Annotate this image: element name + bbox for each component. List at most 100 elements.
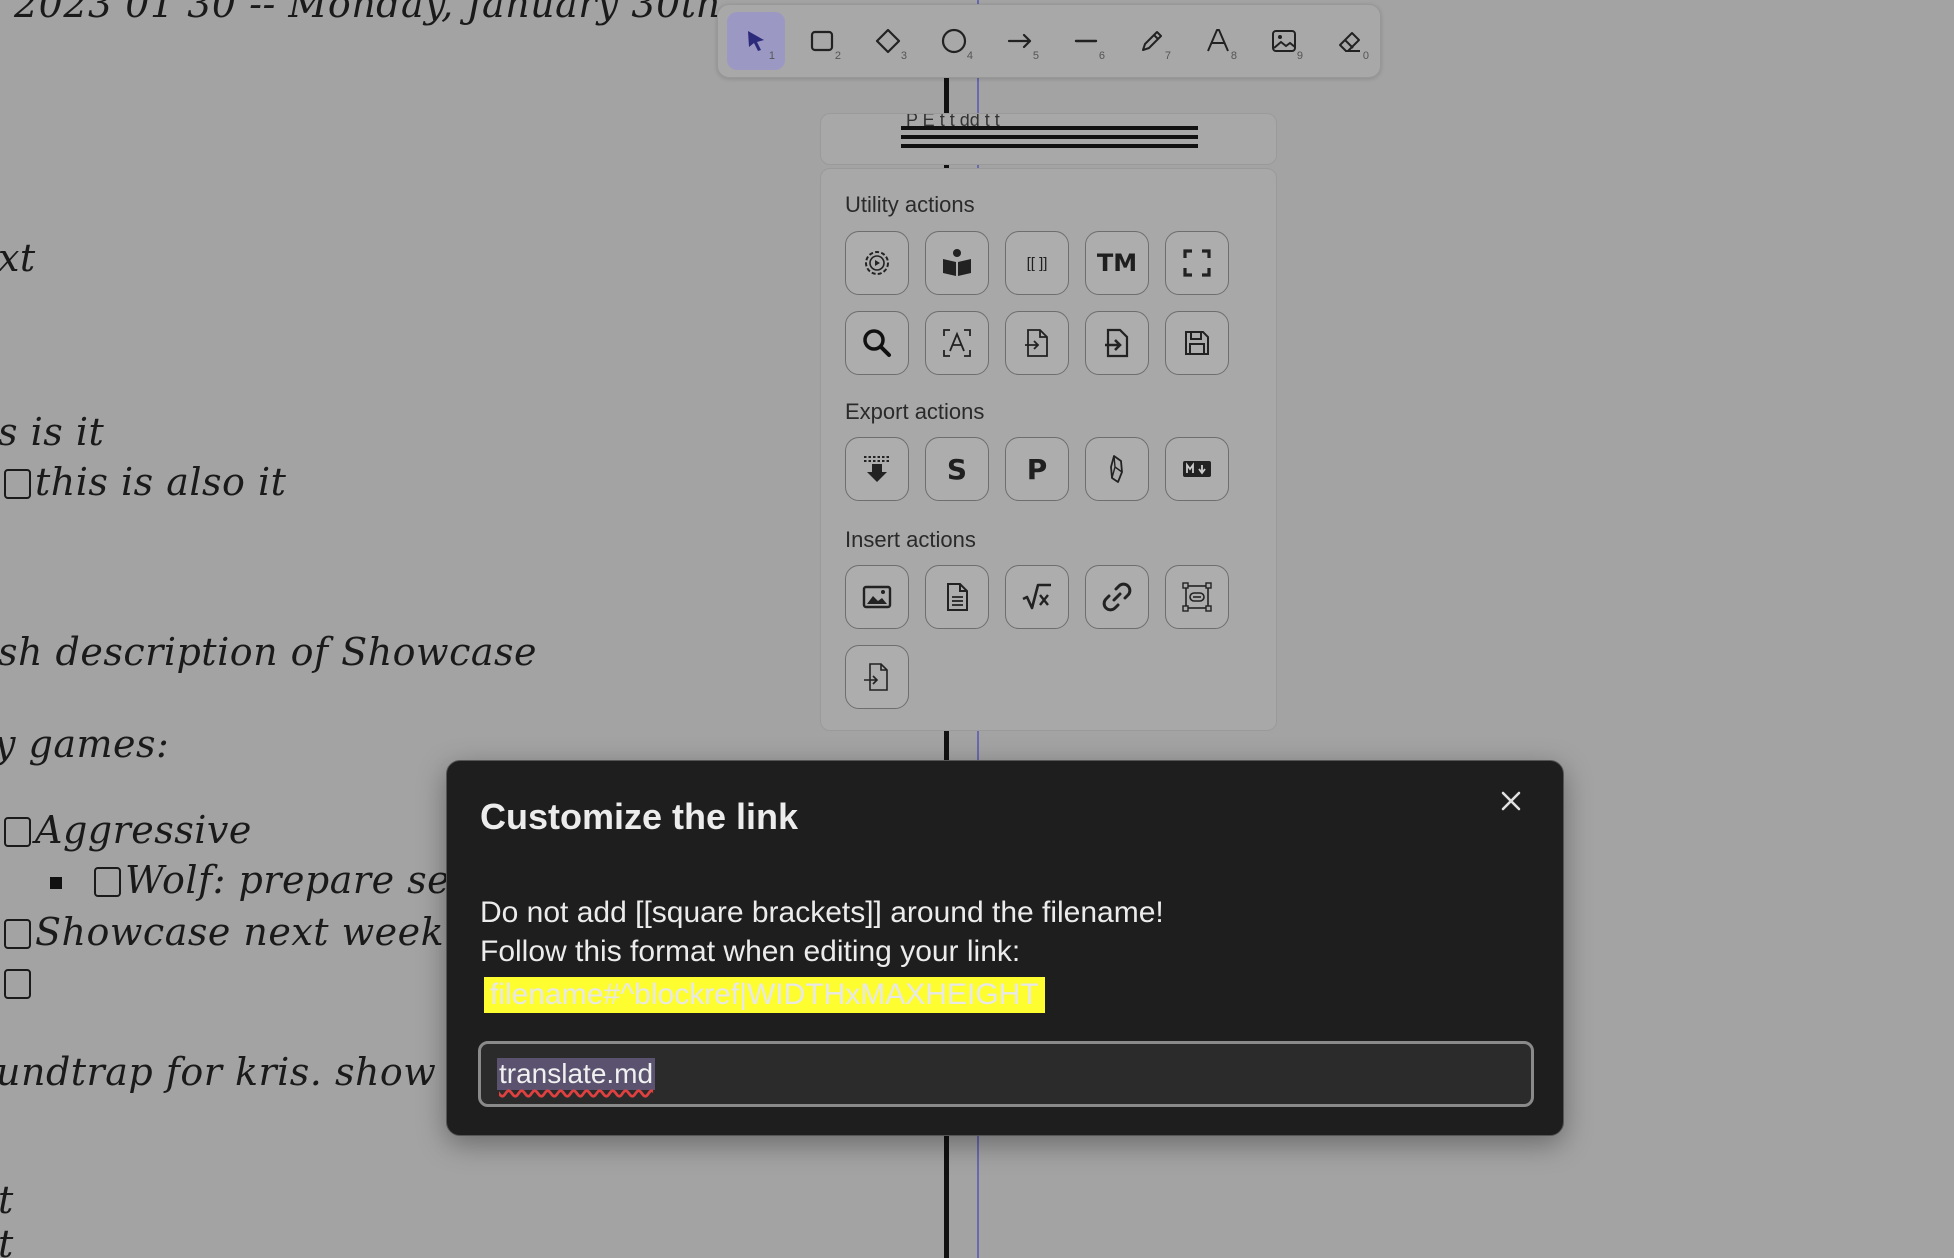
save-button[interactable]	[1165, 311, 1229, 375]
format-example: filename#^blockref|WIDTHxMAXHEIGHT	[484, 977, 1045, 1013]
search-button[interactable]	[845, 311, 909, 375]
open-file-button[interactable]	[1005, 311, 1069, 375]
canvas-text: undtrap for kris. show ol	[0, 1050, 485, 1094]
tool-ellipse[interactable]: 4	[925, 12, 983, 70]
canvas-text: y games:	[0, 722, 170, 766]
link-icon	[1102, 582, 1132, 612]
wikilink-button[interactable]: [[ ]]	[1005, 231, 1069, 295]
svg-icon: S	[946, 452, 968, 486]
dialog-title: Customize the link	[480, 796, 799, 837]
tool-draw[interactable]: 7	[1123, 12, 1181, 70]
image-icon	[1272, 30, 1296, 52]
text-icon	[1207, 29, 1229, 52]
shortcut-number: 7	[1164, 50, 1171, 62]
link-input-value: translate.md	[497, 1058, 656, 1090]
shortcut-number: 2	[834, 50, 841, 62]
canvas-text: Showcase next week t	[35, 910, 473, 954]
document-icon	[947, 583, 968, 611]
tool-select[interactable]: 1	[727, 12, 785, 70]
file-arrow-icon	[1025, 329, 1048, 357]
insert-embed-button[interactable]	[1165, 565, 1229, 629]
checkbox[interactable]	[4, 969, 31, 999]
shape-toolbar: 1 2 3 4 5 6 7 8 9 0	[717, 4, 1381, 78]
library-button[interactable]	[925, 231, 989, 295]
shortcut-number: 5	[1032, 50, 1039, 62]
shortcut-number: 4	[966, 50, 973, 62]
canvas-text: Aggressive	[35, 808, 252, 852]
checkbox[interactable]	[4, 919, 31, 949]
canvas-text: s is it	[0, 410, 105, 454]
ocr-button[interactable]	[925, 311, 989, 375]
expand-icon	[1183, 249, 1211, 277]
obsidian-icon	[1110, 455, 1123, 483]
canvas-text: t	[0, 1222, 14, 1258]
checkbox[interactable]	[4, 817, 31, 847]
trademark-button[interactable]: TM	[1085, 231, 1149, 295]
export-png-button[interactable]: P	[1005, 437, 1069, 501]
canvas-checkbox-line: Wolf: prepare sec	[50, 858, 472, 902]
fullscreen-button[interactable]	[1165, 231, 1229, 295]
search-icon	[863, 329, 891, 357]
shortcut-number: 3	[900, 50, 907, 62]
eraser-icon	[1339, 32, 1360, 52]
canvas-text: xt	[0, 236, 36, 280]
canvas-checkbox-line: this is also it	[4, 460, 286, 504]
tool-line[interactable]: 6	[1057, 12, 1115, 70]
tm-icon: TM	[1096, 249, 1138, 277]
canvas-text: Wolf: prepare sec	[125, 858, 472, 902]
tool-diamond[interactable]: 3	[859, 12, 917, 70]
image-icon	[862, 585, 892, 609]
brackets-icon: [[ ]]	[1026, 254, 1048, 272]
import-file-button[interactable]	[1085, 311, 1149, 375]
shortcut-number: 6	[1098, 50, 1105, 62]
export-excalidraw-button[interactable]	[1085, 437, 1149, 501]
text-scan-icon	[943, 329, 971, 357]
tool-arrow[interactable]: 5	[991, 12, 1049, 70]
divider	[901, 144, 1198, 148]
arrow-right-icon	[1007, 33, 1032, 49]
divider	[901, 135, 1198, 139]
square-root-icon	[1022, 583, 1051, 610]
book-reader-icon	[943, 249, 971, 276]
settings-button[interactable]	[845, 231, 909, 295]
file-insert-icon	[864, 663, 888, 691]
file-import-icon	[1105, 328, 1129, 358]
export-svg-button[interactable]: S	[925, 437, 989, 501]
download-icon	[864, 456, 890, 482]
actions-panel: Utility actions [[ ]] TM Export actions …	[820, 168, 1277, 731]
tool-text[interactable]: 8	[1189, 12, 1247, 70]
insert-link-button[interactable]	[1085, 565, 1149, 629]
utility-actions-title: Utility actions	[845, 192, 975, 217]
insert-pdf-button[interactable]	[845, 645, 909, 709]
insert-latex-button[interactable]	[1005, 565, 1069, 629]
tool-rectangle[interactable]: 2	[793, 12, 851, 70]
checkbox[interactable]	[94, 867, 121, 897]
tool-image[interactable]: 9	[1255, 12, 1313, 70]
canvas-checkbox-line	[4, 960, 35, 1004]
link-input[interactable]: translate.md	[478, 1041, 1534, 1107]
canvas-text: 2023 01 30 -- Monday, January 30th	[14, 0, 722, 26]
shortcut-number: 8	[1230, 50, 1237, 62]
save-icon	[1185, 331, 1209, 355]
shortcut-number: 1	[768, 50, 775, 62]
canvas-text: t	[0, 1178, 14, 1222]
bullet	[50, 877, 62, 889]
rectangle-icon	[810, 30, 834, 52]
panel-header: P E t t dd t t	[820, 113, 1277, 165]
export-image-button[interactable]	[845, 437, 909, 501]
close-button[interactable]	[1493, 783, 1529, 819]
insert-file-button[interactable]	[925, 565, 989, 629]
embed-frame-icon	[1182, 582, 1212, 612]
tool-eraser[interactable]: 0	[1321, 12, 1379, 70]
checkbox[interactable]	[4, 469, 31, 499]
customize-link-dialog: Customize the link Do not add [[square b…	[446, 760, 1564, 1136]
canvas-checkbox-line: Showcase next week t	[4, 910, 473, 954]
line-icon	[1074, 39, 1098, 43]
insert-image-button[interactable]	[845, 565, 909, 629]
export-markdown-button[interactable]	[1165, 437, 1229, 501]
export-actions-title: Export actions	[845, 399, 985, 424]
canvas-checkbox-line: Aggressive	[4, 808, 252, 852]
close-icon	[1501, 791, 1521, 811]
diamond-icon	[875, 28, 901, 54]
canvas-text: this is also it	[35, 460, 287, 504]
